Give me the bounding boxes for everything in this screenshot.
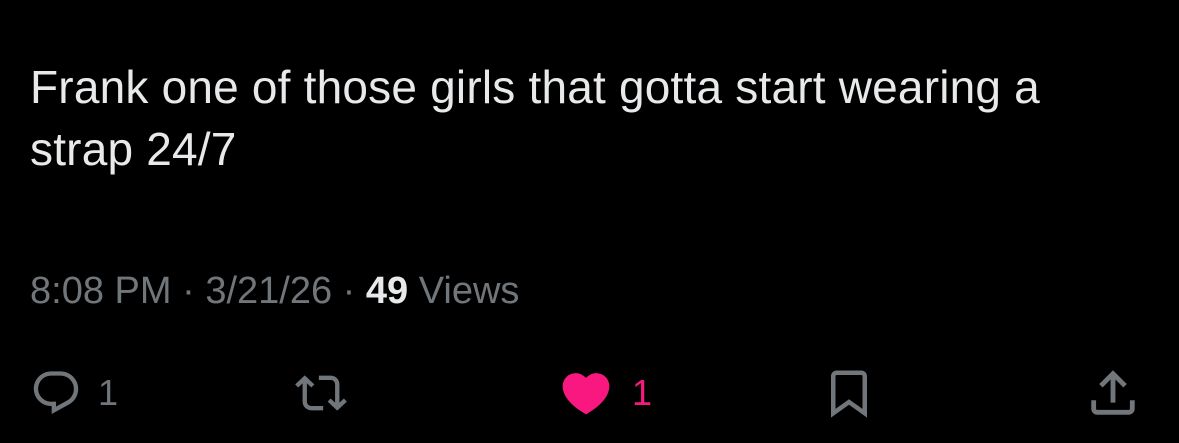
reply-button[interactable]: 1 bbox=[30, 358, 118, 428]
like-button[interactable]: 1 bbox=[556, 358, 652, 428]
tweet-date[interactable]: 3/21/26 bbox=[205, 270, 332, 312]
bookmark-icon bbox=[822, 365, 876, 421]
tweet-text: Frank one of those girls that gotta star… bbox=[30, 61, 1040, 175]
bookmark-button[interactable] bbox=[822, 358, 876, 428]
heart-icon bbox=[556, 365, 616, 421]
retweet-icon bbox=[286, 367, 356, 419]
retweet-button[interactable] bbox=[286, 358, 356, 428]
share-icon bbox=[1084, 364, 1142, 422]
meta-separator: · bbox=[171, 270, 206, 312]
action-bar: 1 1 bbox=[0, 358, 1179, 428]
tweet-meta: 8:08 PM · 3/21/26 · 49 Views bbox=[30, 266, 519, 316]
share-button[interactable] bbox=[1084, 358, 1142, 428]
tweet-time[interactable]: 8:08 PM bbox=[30, 270, 172, 312]
like-count: 1 bbox=[632, 372, 653, 413]
reply-icon bbox=[30, 367, 82, 419]
reply-count: 1 bbox=[98, 372, 119, 413]
meta-separator: · bbox=[332, 270, 366, 312]
views-count[interactable]: 49 bbox=[366, 270, 408, 312]
views-label[interactable]: Views bbox=[419, 270, 520, 312]
